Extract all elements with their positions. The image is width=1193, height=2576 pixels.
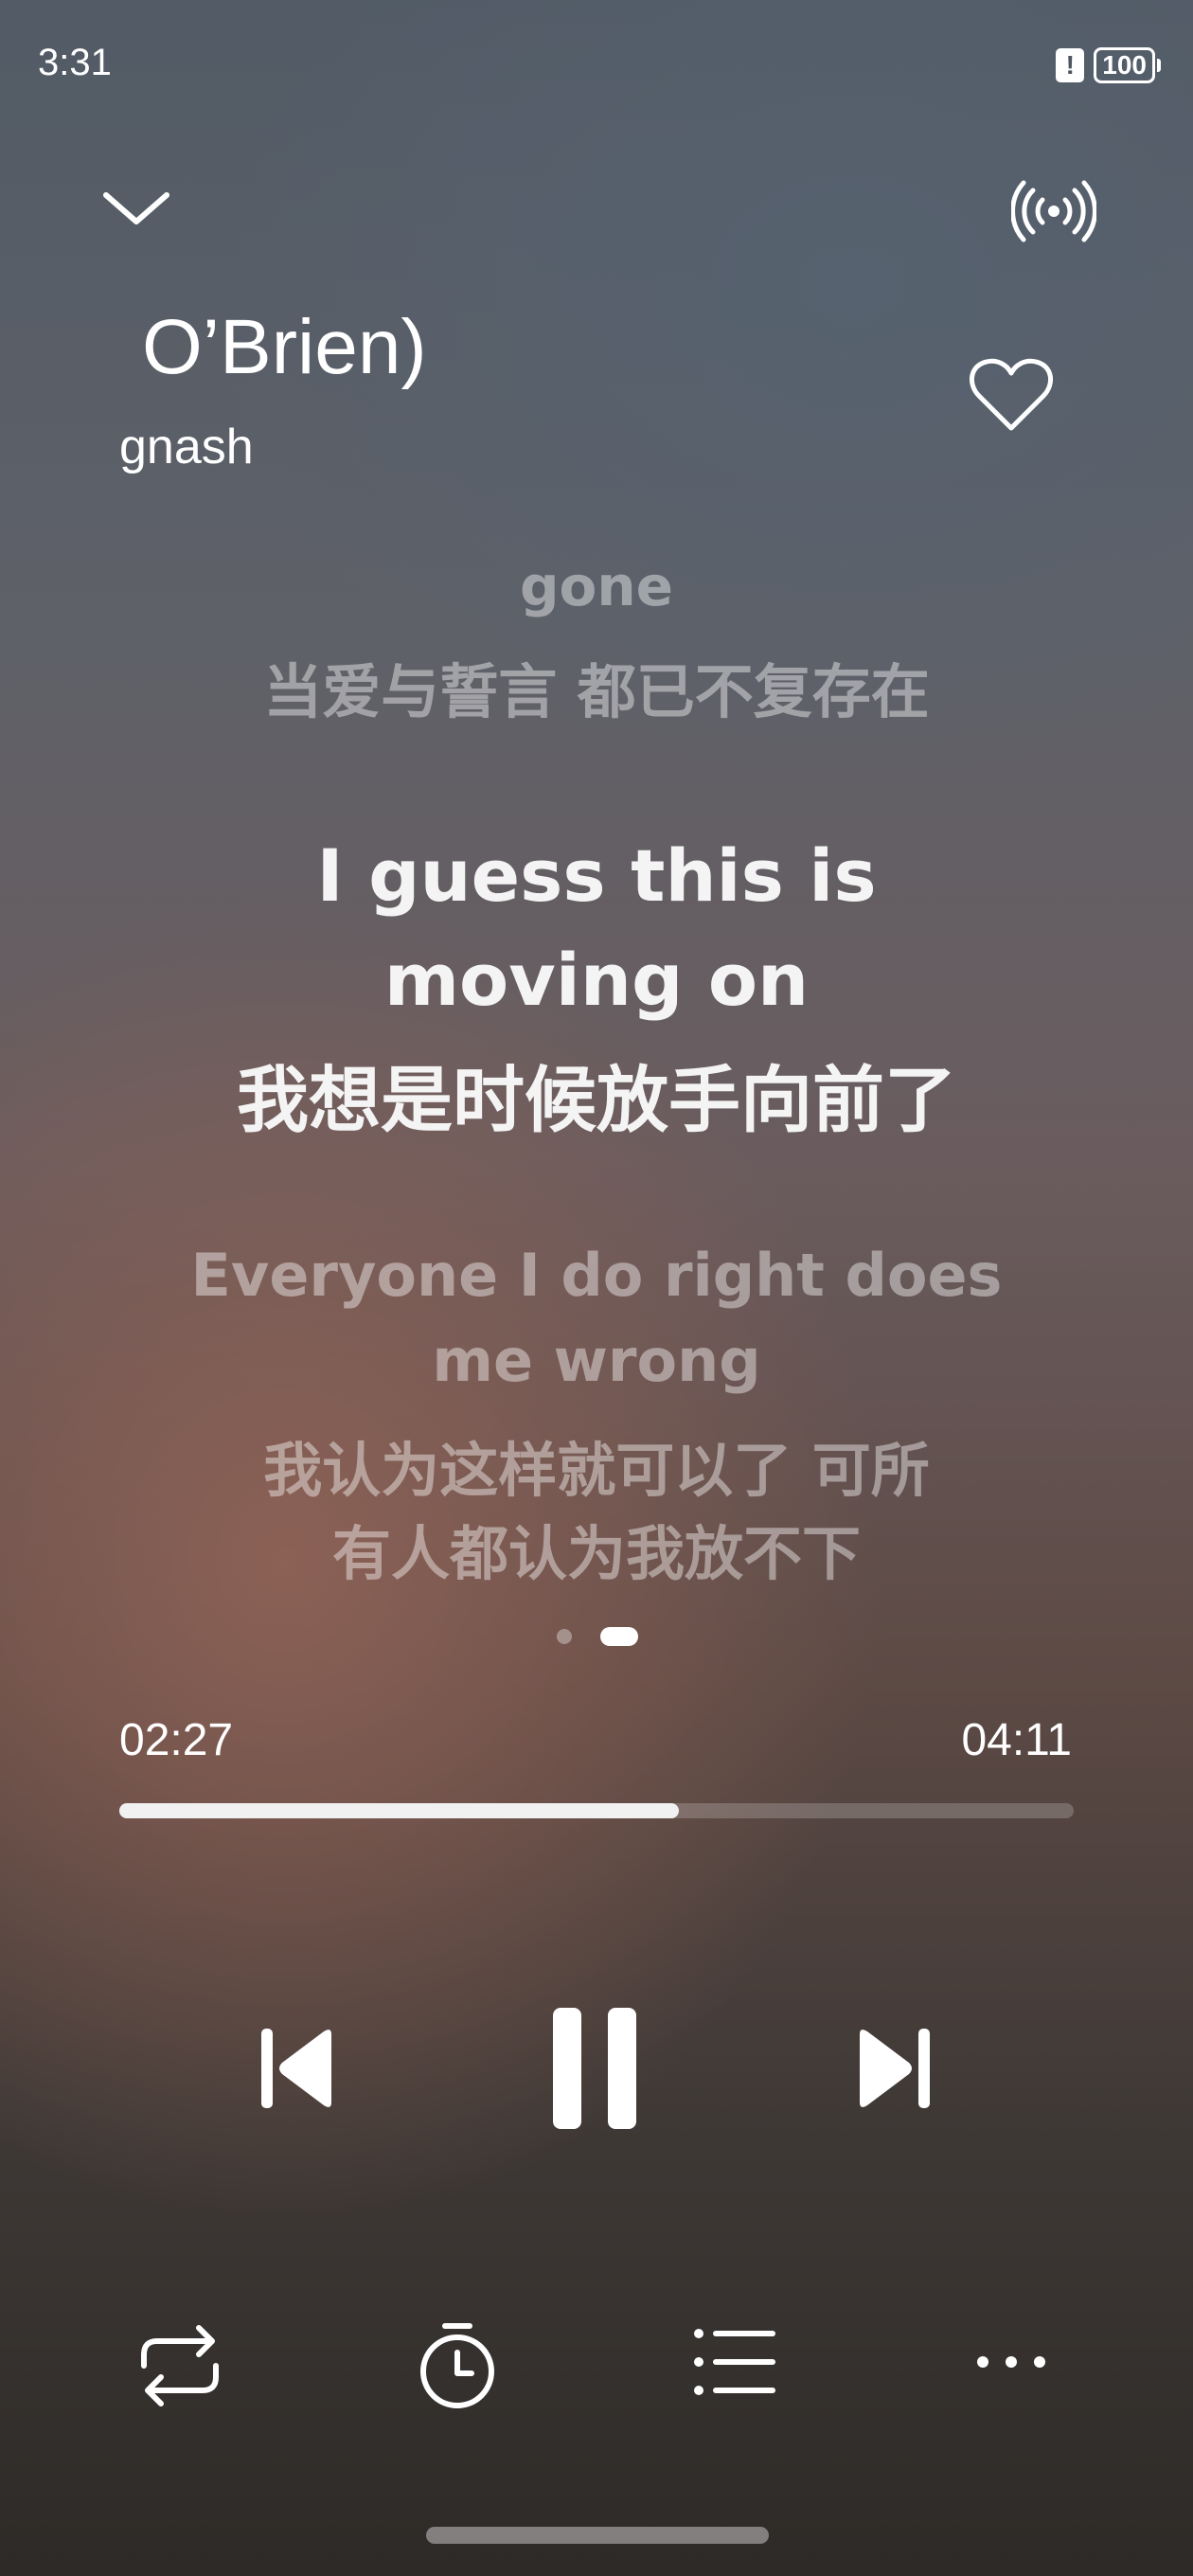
progress-fill bbox=[119, 1803, 679, 1818]
pause-icon[interactable] bbox=[549, 2004, 640, 2133]
artist-name[interactable]: gnash bbox=[119, 419, 254, 475]
song-title: O’Brien) bbox=[142, 304, 427, 390]
total-time: 04:11 bbox=[961, 1715, 1072, 1765]
status-time: 3:31 bbox=[38, 42, 112, 83]
progress-slider[interactable] bbox=[119, 1803, 1074, 1818]
lyric-next-zh-line2: 有人都认为我放不下 bbox=[331, 1519, 861, 1588]
page-dot-2-active[interactable] bbox=[600, 1627, 638, 1646]
current-time: 02:27 bbox=[119, 1715, 234, 1765]
lyric-next-zh-line1: 我认为这样就可以了 可所 bbox=[263, 1436, 930, 1505]
lyric-next-en-line2: me wrong bbox=[432, 1326, 761, 1395]
lyric-previous-en: gone bbox=[520, 554, 673, 618]
chevron-down-icon[interactable] bbox=[98, 182, 174, 235]
lyric-current-zh: 我想是时候放手向前了 bbox=[237, 1058, 956, 1142]
more-icon[interactable] bbox=[973, 2351, 1049, 2373]
skip-previous-icon[interactable] bbox=[258, 2025, 337, 2112]
heart-icon[interactable] bbox=[968, 354, 1055, 434]
broadcast-icon[interactable] bbox=[1011, 180, 1096, 242]
status-icons: ! 100 bbox=[1056, 47, 1161, 83]
playlist-icon[interactable] bbox=[691, 2326, 778, 2398]
page-dot-1[interactable] bbox=[557, 1629, 572, 1644]
lyric-current-en-line1: I guess this is bbox=[316, 833, 877, 918]
lyric-previous-zh: 当爱与誓言 都已不复存在 bbox=[263, 657, 930, 726]
skip-next-icon[interactable] bbox=[854, 2025, 934, 2112]
lyric-next-en-line1: Everyone I do right does bbox=[190, 1241, 1003, 1310]
home-indicator[interactable] bbox=[426, 2527, 769, 2544]
timer-icon[interactable] bbox=[415, 2318, 500, 2413]
battery-indicator: 100 bbox=[1094, 47, 1161, 83]
lyric-current-en-line2: moving on bbox=[383, 938, 810, 1022]
repeat-icon[interactable] bbox=[134, 2322, 225, 2409]
alert-icon: ! bbox=[1056, 48, 1085, 82]
